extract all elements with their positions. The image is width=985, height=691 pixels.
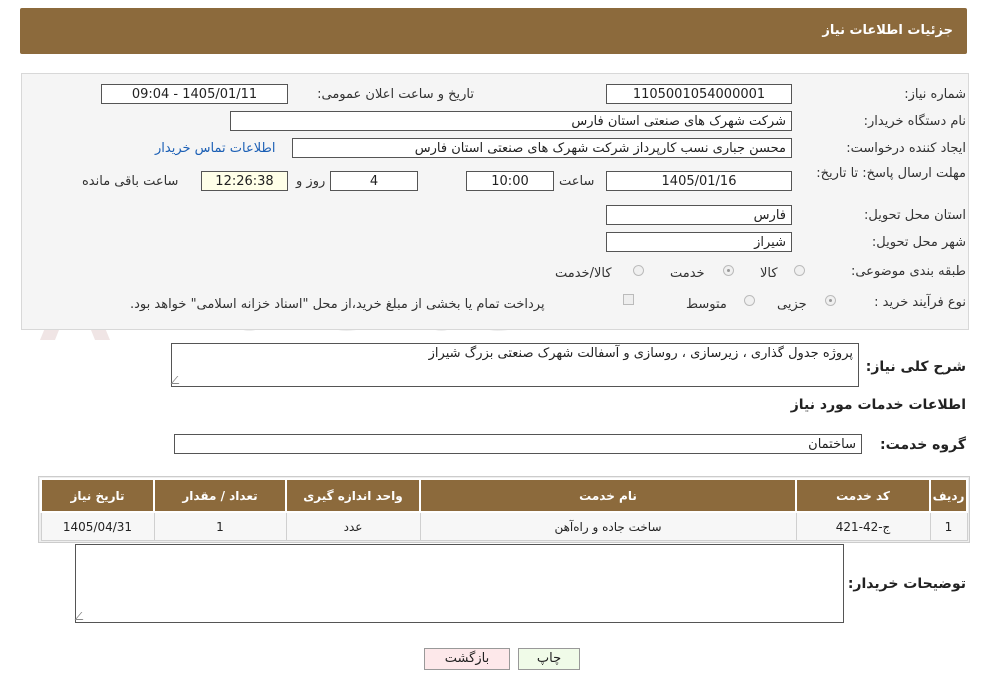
remaining-time-field: 12:26:38: [201, 171, 288, 191]
col-name-header: نام خدمت: [419, 478, 797, 513]
buyer-notes-textarea[interactable]: [74, 544, 844, 623]
cell-name: ساخت جاده و راه‌آهن: [419, 511, 797, 541]
cell-row: 1: [929, 511, 968, 541]
category-radio-goods[interactable]: [794, 265, 805, 276]
buyer-label: نام دستگاه خریدار:: [863, 114, 966, 129]
cell-unit: عدد: [285, 511, 421, 541]
table-header-row: ردیف کد خدمت نام خدمت واحد اندازه گیری ت…: [40, 478, 968, 513]
services-table: ردیف کد خدمت نام خدمت واحد اندازه گیری ت…: [40, 478, 968, 541]
category-radio-service[interactable]: [723, 265, 734, 276]
province-field: فارس: [606, 205, 792, 225]
payment-note: پرداخت تمام یا بخشی از مبلغ خرید،از محل …: [130, 297, 545, 312]
process-radio-minor[interactable]: [825, 295, 836, 306]
deadline-date-field: 1405/01/16: [606, 171, 792, 191]
summary-label: شرح کلی نیاز:: [865, 359, 966, 375]
remaining-days-field: 4: [330, 171, 418, 191]
treasury-checkbox[interactable]: [623, 294, 634, 305]
cell-date: 1405/04/31: [40, 511, 155, 541]
deadline-time-field: 10:00: [466, 171, 554, 191]
deadline-time-label: ساعت: [559, 174, 595, 189]
category-option-service: خدمت: [670, 266, 705, 281]
category-label: طبقه بندی موضوعی:: [850, 264, 966, 279]
remaining-label: ساعت باقی مانده: [82, 174, 179, 189]
category-option-goods: کالا: [760, 266, 778, 281]
col-unit-header: واحد اندازه گیری: [285, 478, 421, 513]
summary-text: پروژه جدول گذاری ، زیرسازی ، روسازی و آس…: [428, 346, 853, 361]
process-option-medium: متوسط: [686, 297, 727, 312]
col-code-header: کد خدمت: [795, 478, 931, 513]
need-number-label: شماره نیاز:: [904, 87, 966, 102]
category-radio-goods-service[interactable]: [633, 265, 644, 276]
process-radio-medium[interactable]: [744, 295, 755, 306]
deadline-label: مهلت ارسال پاسخ: تا تاریخ:: [816, 166, 966, 181]
back-button[interactable]: بازگشت: [424, 648, 510, 670]
days-label: روز و: [296, 174, 326, 189]
col-row-header: ردیف: [929, 478, 968, 513]
announce-date-field: 1405/01/11 - 09:04: [101, 84, 288, 104]
buyer-notes-label: توضیحات خریدار:: [847, 576, 966, 592]
creator-field: محسن جباری نسب کارپرداز شرکت شهرک های صن…: [292, 138, 792, 158]
service-group-field: ساختمان: [174, 434, 862, 454]
services-table-wrap: ردیف کد خدمت نام خدمت واحد اندازه گیری ت…: [38, 476, 970, 543]
city-label: شهر محل تحویل:: [871, 235, 966, 250]
resize-grip-icon[interactable]: [170, 376, 186, 384]
creator-label: ایجاد کننده درخواست:: [846, 141, 966, 156]
buyer-contact-link[interactable]: اطلاعات تماس خریدار: [155, 141, 275, 156]
page-title: جزئیات اطلاعات نیاز: [822, 23, 953, 38]
print-button[interactable]: چاپ: [518, 648, 580, 670]
service-group-label: گروه خدمت:: [880, 437, 966, 453]
col-quantity-header: تعداد / مقدار: [153, 478, 287, 513]
services-section-title: اطلاعات خدمات مورد نیاز: [790, 397, 966, 413]
page-header: جزئیات اطلاعات نیاز: [20, 8, 967, 54]
cell-code: ج-42-421: [795, 511, 931, 541]
resize-grip-icon[interactable]: [74, 612, 90, 620]
city-field: شیراز: [606, 232, 792, 252]
col-date-header: تاریخ نیاز: [40, 478, 155, 513]
summary-textarea[interactable]: پروژه جدول گذاری ، زیرسازی ، روسازی و آس…: [170, 343, 859, 387]
process-label: نوع فرآیند خرید :: [874, 295, 966, 310]
announce-date-label: تاریخ و ساعت اعلان عمومی:: [317, 87, 474, 102]
province-label: استان محل تحویل:: [864, 208, 966, 223]
buyer-field: شرکت شهرک های صنعتی استان فارس: [230, 111, 792, 131]
category-option-goods-service: کالا/خدمت: [555, 266, 612, 281]
table-row: 1 ج-42-421 ساخت جاده و راه‌آهن عدد 1 140…: [40, 511, 968, 541]
need-number-field: 1105001054000001: [606, 84, 792, 104]
process-option-minor: جزیی: [777, 297, 807, 312]
cell-quantity: 1: [153, 511, 287, 541]
